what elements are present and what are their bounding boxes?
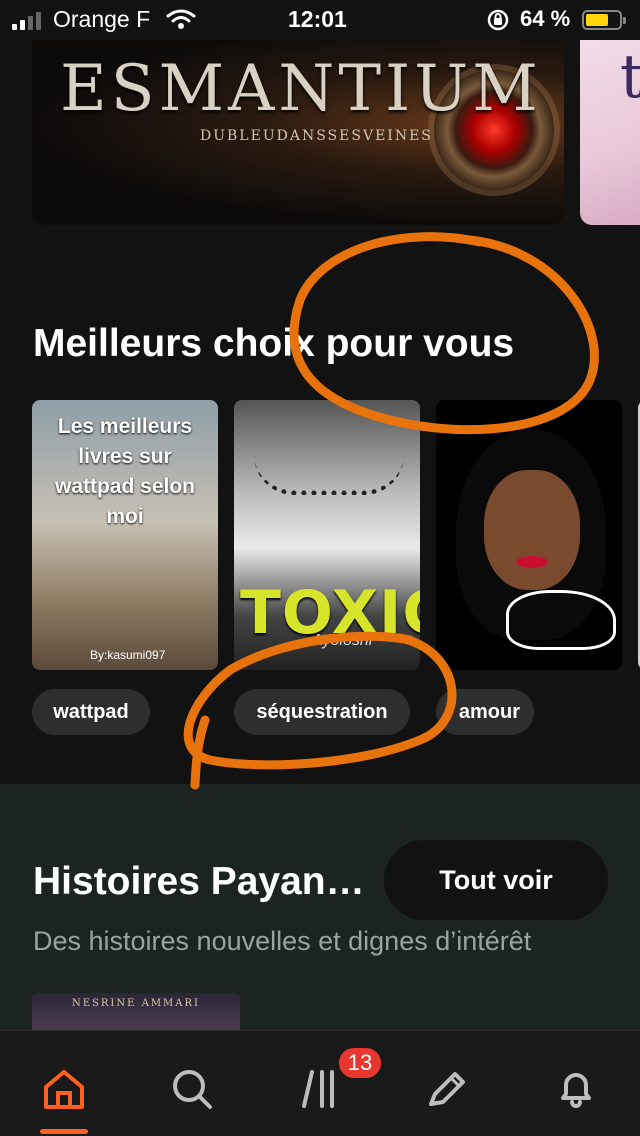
cover-author: By:kasumi097: [90, 648, 166, 662]
featured-banner[interactable]: ESMANTIUM DUBLEUDANSSESVEINES: [32, 40, 564, 225]
next-banner[interactable]: t: [580, 40, 640, 225]
search-icon: [173, 1070, 212, 1109]
book-cover[interactable]: Les meilleurs livres sur wattpad selon m…: [32, 400, 218, 670]
battery-icon: [582, 10, 626, 30]
portrait-hand: [506, 590, 616, 650]
bottom-navigation: 13: [0, 1030, 640, 1136]
signal-icon: [12, 12, 41, 30]
tag-chip[interactable]: wattpad: [32, 689, 150, 735]
nav-home[interactable]: [36, 1061, 92, 1117]
banner-subtitle: DUBLEUDANSSESVEINES: [200, 128, 433, 144]
tag-chip[interactable]: amour: [436, 689, 534, 735]
book-cover[interactable]: TOXIC Ayoloshi: [234, 400, 420, 670]
home-icon: [44, 1070, 84, 1109]
orientation-lock-icon: [486, 8, 510, 37]
section-title-paid-stories: Histoires Payan…: [33, 860, 365, 903]
tag-chip[interactable]: séquestration: [234, 689, 410, 735]
nav-search[interactable]: [164, 1061, 220, 1117]
active-tab-indicator: [40, 1129, 88, 1134]
cover-title: Les meilleurs livres sur wattpad selon m…: [54, 415, 196, 528]
section-title-recommendations: Meilleurs choix pour vous: [33, 322, 515, 365]
section-subtitle: Des histoires nouvelles et dignes d’inté…: [33, 926, 532, 956]
cover-subtitle: Ayoloshi: [312, 632, 373, 649]
write-icon: [429, 1072, 465, 1106]
notification-count-badge: 13: [336, 1045, 384, 1081]
banner-title: ESMANTIUM: [60, 52, 542, 126]
cover-author: NESRINE AMMARI: [71, 998, 200, 1009]
next-banner-letter: t: [620, 42, 640, 112]
status-bar: Orange F 12:01 64 %: [0, 0, 640, 40]
portrait-lips: [516, 556, 548, 568]
library-icon: [302, 1070, 334, 1108]
choker-illustration: [254, 455, 404, 495]
clock: 12:01: [288, 6, 347, 32]
carrier-label: Orange F: [53, 6, 151, 32]
portrait-face: [484, 470, 580, 590]
bell-icon: [561, 1073, 591, 1108]
see-all-button[interactable]: Tout voir: [384, 840, 608, 920]
battery-percent: 64 %: [520, 6, 571, 31]
nav-notifications[interactable]: [548, 1061, 604, 1117]
book-cover[interactable]: [436, 400, 622, 670]
nav-write[interactable]: [418, 1061, 474, 1117]
wifi-icon: [166, 8, 196, 35]
